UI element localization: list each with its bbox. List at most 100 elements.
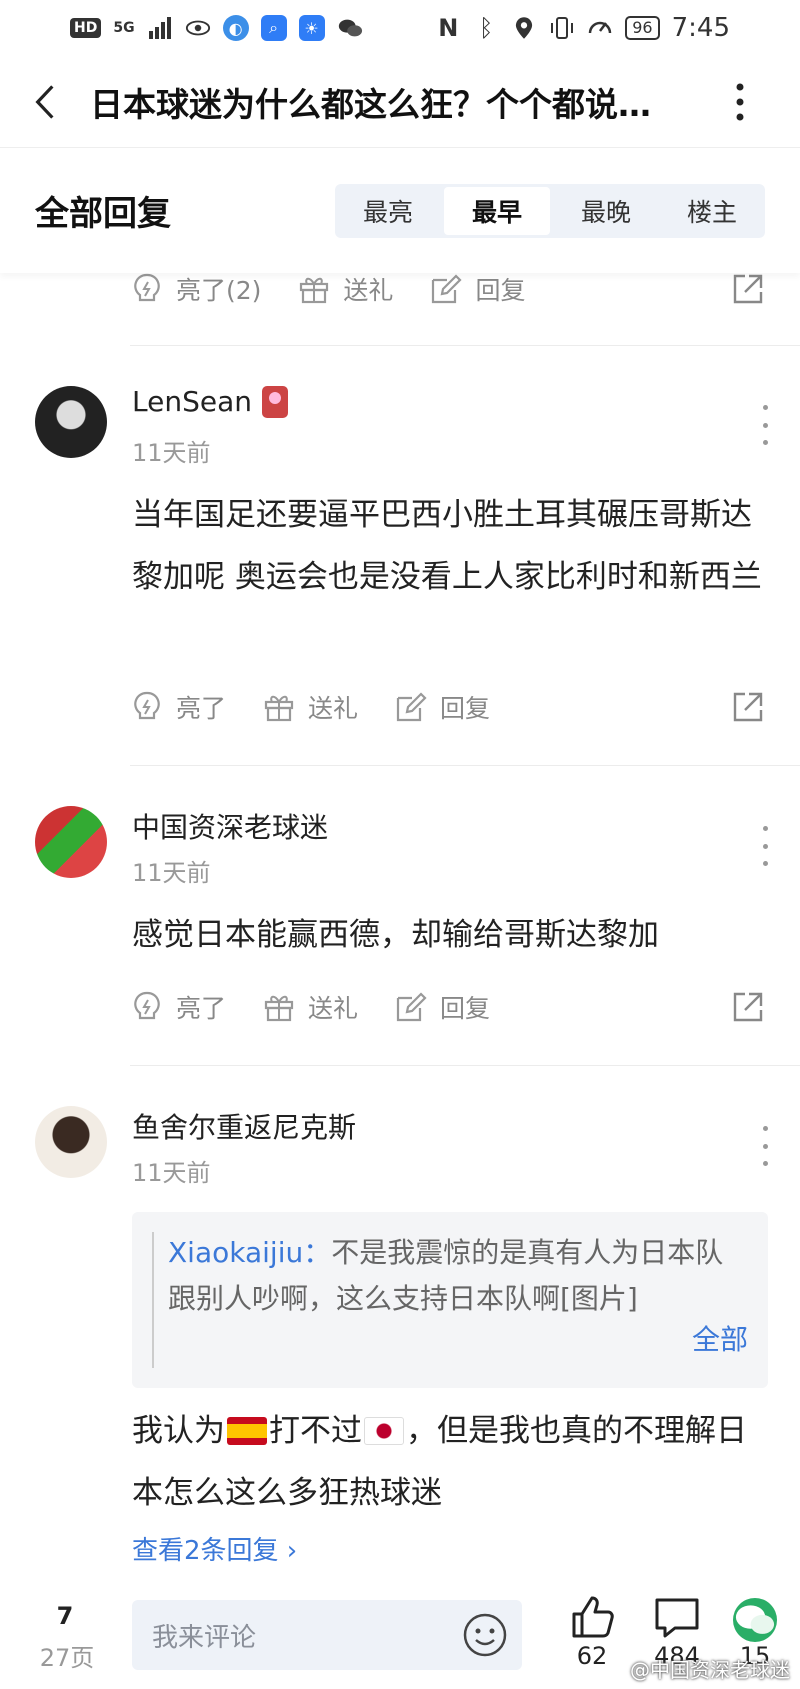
section-title: 全部回复 [35,194,171,234]
wechat-status-icon [337,15,363,41]
avatar[interactable] [35,1106,107,1178]
comment-text-part: 我认为 [132,1413,225,1449]
gift-label: 送礼 [343,276,394,305]
watermark: @中国资深老球迷 [630,1658,790,1682]
sort-tabs: 最亮 最早 最晚 楼主 [335,183,765,238]
tab-brightest[interactable]: 最亮 [335,184,441,238]
reply-button[interactable]: 回复 [394,989,490,1025]
gift-icon [300,277,329,304]
share-icon[interactable] [731,990,765,1024]
reply-label: 回复 [475,276,526,305]
network-label: 5G [113,20,135,36]
divider [130,345,800,346]
user-badge-icon [261,385,288,418]
comment-actions: 亮了 送礼 回复 [130,680,765,734]
quote-author[interactable]: Xiaokaijiu： [168,1236,331,1269]
likes-count: 62 [576,1642,608,1670]
edit-icon [432,274,462,304]
like-label: 亮了(2) [176,276,262,305]
comment-author[interactable]: 鱼舍尔重返尼克斯 [132,1106,356,1146]
divider [130,765,800,766]
avatar[interactable] [35,806,107,878]
author-name: 中国资深老球迷 [132,811,329,844]
vibrate-icon [549,15,575,41]
comment-actions: 亮了 送礼 回复 [130,980,765,1034]
reply-button[interactable]: 回复 [429,271,525,307]
chevron-left-icon [35,84,54,119]
total-pages[interactable]: 27页 [32,1638,102,1673]
bulb-app-icon: ☀ [298,15,325,41]
reply-label: 回复 [440,994,491,1023]
status-bar: HD 5G ◐ ⌕ ☀ N ᛒ 96 7:45 [0,0,800,56]
gift-button[interactable]: 送礼 [262,989,358,1025]
like-label: 亮了 [176,994,227,1023]
comment-more-button[interactable] [755,1126,775,1166]
share-icon[interactable] [731,690,765,724]
gift-button[interactable]: 送礼 [262,689,358,725]
reply-label: 回复 [440,694,491,723]
lightbulb-icon [134,691,160,720]
comment-input[interactable]: 我来评论 [132,1600,522,1670]
hd-indicator: HD [70,18,102,38]
location-icon [511,15,537,41]
bottom-bar: 7 27页 我来评论 62 484 15 @中国资深老球迷 [0,1590,800,1689]
tab-earliest[interactable]: 最早 [444,186,550,235]
author-name: LenSean [132,385,252,418]
comment-more-button[interactable] [755,405,775,445]
current-page[interactable]: 7 [45,1602,85,1630]
view-replies-link[interactable]: 查看2条回复 › [132,1530,297,1567]
like-button[interactable]: 亮了 [130,689,226,725]
back-button[interactable] [0,56,90,148]
replies-section-header: 全部回复 最亮 最早 最晚 楼主 [0,148,800,273]
lightbulb-icon [134,991,160,1020]
divider [130,1065,800,1066]
gift-button[interactable]: 送礼 [297,271,393,307]
comment-more-button[interactable] [755,826,775,866]
quote-text-block: Xiaokaijiu：不是我震惊的是真有人为日本队跟别人吵啊，这么支持日本队啊[… [168,1230,748,1322]
comment-time: 11天前 [132,1159,211,1187]
thumbs-up-button[interactable]: 62 [557,1594,627,1670]
lightbulb-icon [134,273,160,302]
tab-latest[interactable]: 最晚 [553,184,659,238]
bluetooth-icon: ᛒ [479,14,494,42]
nfc-icon: N [438,14,459,42]
emoji-icon[interactable] [462,1612,508,1658]
signal-icon [147,15,173,41]
quoted-comment[interactable]: Xiaokaijiu：不是我震惊的是真有人为日本队跟别人吵啊，这么支持日本队啊[… [132,1212,768,1388]
avatar[interactable] [35,386,107,458]
japan-flag-icon [364,1417,404,1445]
like-button[interactable]: 亮了 [130,989,226,1025]
tab-op-only[interactable]: 楼主 [659,184,765,238]
share-icon[interactable] [731,272,765,306]
author-name: 鱼舍尔重返尼克斯 [132,1111,357,1144]
eye-icon [185,15,211,41]
clock: 7:45 [671,13,730,43]
gift-icon [264,995,294,1022]
top-navigation: 日本球迷为什么都这么狂？个个都说… [0,56,800,148]
gift-icon [264,695,294,722]
reply-button[interactable]: 回复 [394,689,490,725]
comment-text: 当年国足还要逼平巴西小胜土耳其碾压哥斯达黎加呢 奥运会也是没看上人家比利时和新西… [132,497,762,595]
search-app-icon: ⌕ [260,15,287,41]
like-label: 亮了 [176,694,227,723]
comment-author[interactable]: LenSean [132,385,288,418]
battery-level: 96 [625,16,660,40]
edit-icon [396,992,427,1022]
comment-time: 11天前 [132,439,211,467]
gift-label: 送礼 [308,994,359,1023]
thread-title: 日本球迷为什么都这么狂？个个都说… [90,84,651,124]
comment-bubble-icon [655,1598,699,1638]
comment-time: 11天前 [132,859,211,887]
like-button[interactable]: 亮了(2) [130,271,261,307]
comment-text-part: 打不过 [269,1413,362,1449]
wechat-icon [733,1598,777,1642]
more-vertical-icon [736,83,744,120]
comment-input-placeholder: 我来评论 [152,1622,257,1653]
more-options-button[interactable] [700,56,780,148]
thumbs-up-icon [572,1596,614,1638]
edit-icon [396,692,427,722]
gift-label: 送礼 [308,694,359,723]
spain-flag-icon [227,1417,267,1445]
expand-quote-link[interactable]: 全部 [681,1318,748,1358]
comment-author[interactable]: 中国资深老球迷 [132,806,328,846]
